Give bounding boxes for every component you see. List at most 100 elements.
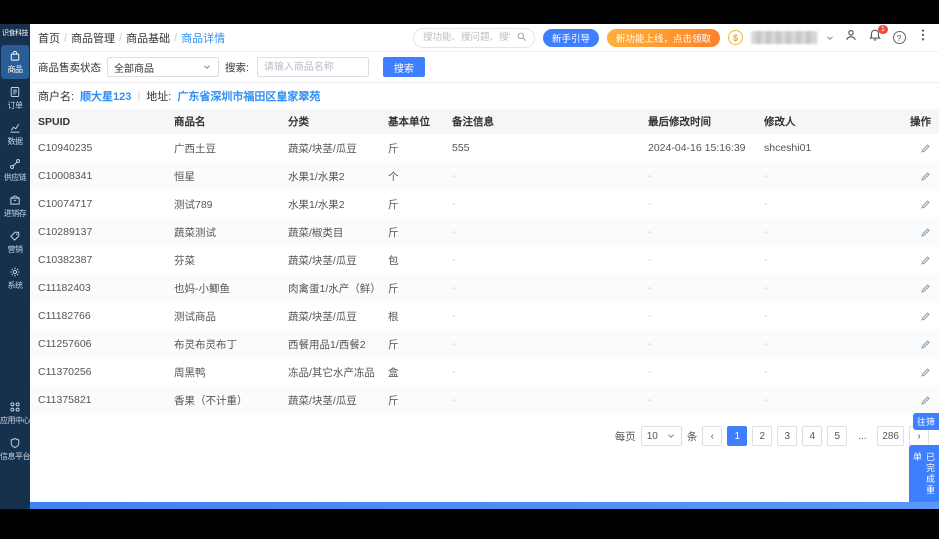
edit-button[interactable] — [920, 395, 931, 406]
sidebar-item-supply[interactable]: 供应链 — [1, 153, 29, 187]
table-cell: 蔬菜/块茎/瓜豆 — [288, 394, 357, 407]
table-row: C11375821 香果（不计重） 蔬菜/块茎/瓜豆 斤 - - - — [30, 386, 939, 414]
table-row: C10074717 测试789 水果1/水果2 斤 - - - — [30, 190, 939, 218]
sidebar-item-label: 数据 — [7, 136, 24, 146]
status-filter-select[interactable]: 全部商品 — [107, 57, 219, 77]
float-tag-filter[interactable]: 往筛 — [912, 413, 939, 430]
sidebar-item-label: 订单 — [7, 100, 24, 110]
page-button[interactable]: 1 — [727, 426, 748, 446]
guide-button[interactable]: 新手引导 — [542, 28, 599, 47]
product-name-input[interactable] — [256, 57, 369, 77]
sidebar-item-marketing[interactable]: 营销 — [1, 225, 29, 259]
table-cell: 广西土豆 — [174, 142, 216, 155]
edit-button[interactable] — [920, 283, 931, 294]
column-header: 最后修改时间 — [648, 116, 711, 128]
sidebar-item-orders[interactable]: 订单 — [1, 81, 29, 115]
table-cell: - — [452, 198, 456, 210]
table-body: C10940235 广西土豆 蔬菜/块茎/瓜豆斤 555 2024-04-16 15:1… — [30, 134, 939, 414]
edit-icon — [920, 311, 931, 322]
table-cell: C10008341 — [38, 170, 93, 182]
table-cell: C11182766 — [38, 310, 91, 322]
page-button[interactable]: 286 — [877, 426, 904, 446]
sidebar-menu: 商品订单数据供应链 进销存 营销系统 — [0, 44, 30, 296]
table-cell: 个 — [388, 170, 399, 183]
merchant-name-link[interactable]: 顺大星123 — [80, 88, 131, 104]
column-header: 修改人 — [764, 116, 796, 128]
edit-button[interactable] — [920, 171, 931, 182]
edit-icon — [920, 143, 931, 154]
sidebar: 识食科技 商品 订单 数据 供应链 进销存 营销 系统 应用中心 信息平台 — [0, 24, 31, 509]
table-cell: - — [648, 338, 652, 350]
sidebar-item-label: 系统 — [7, 280, 24, 290]
edit-button[interactable] — [920, 143, 931, 154]
table-cell: 斤 — [388, 338, 399, 351]
status-filter-label: 商品售卖状态 — [38, 61, 101, 74]
more-menu-button[interactable] — [915, 28, 931, 47]
sidebar-item-data[interactable]: 数据 — [1, 117, 29, 151]
table-cell: - — [648, 394, 652, 406]
page-size-select[interactable]: 10 — [640, 426, 682, 446]
sidebar-item-goods[interactable]: 商品 — [1, 44, 29, 79]
table-cell: - — [648, 170, 652, 182]
table-cell: - — [764, 282, 768, 294]
page-button[interactable]: 3 — [777, 426, 798, 446]
topbar: 首页/商品管理/商品基础/商品详情 新手引导 新功能上线，点击领取 $ — [30, 24, 939, 52]
sidebar-item-inventory[interactable]: 进销存 — [1, 189, 29, 223]
coin-icon[interactable]: $ — [728, 30, 743, 45]
merchant-address-label: 地址: — [146, 91, 172, 103]
table-cell: 斤 — [388, 226, 399, 239]
sidebar-item-system[interactable]: 系统 — [1, 261, 29, 295]
sidebar-item-apps[interactable]: 应用中心 — [0, 396, 31, 430]
chevron-down-icon[interactable] — [825, 33, 835, 43]
table-row: C10940235 广西土豆 蔬菜/块茎/瓜豆 斤 555 2024-04-16 15:1… — [30, 134, 939, 162]
table-cell: C10940235 — [38, 142, 93, 154]
sidebar-item-label: 信息平台 — [0, 452, 31, 461]
table-cell: - — [764, 198, 768, 210]
table-cell: - — [648, 198, 652, 210]
per-page-prefix: 每页 — [614, 430, 636, 443]
table-cell: 蔬菜/块茎/瓜豆 — [288, 142, 357, 155]
notification-button[interactable]: 1 — [867, 24, 888, 46]
table-cell: - — [452, 282, 456, 294]
column-header: 备注信息 — [452, 116, 494, 128]
page-button[interactable]: 4 — [802, 426, 823, 446]
breadcrumb-item[interactable]: 首页 — [38, 30, 60, 46]
column-header: 商品名 — [174, 116, 206, 128]
edit-button[interactable] — [920, 367, 931, 378]
global-search[interactable] — [412, 27, 535, 48]
table-cell: 根 — [388, 310, 399, 323]
page-size-value: 10 — [646, 430, 658, 442]
platform-icon — [9, 437, 21, 449]
customer-service-button[interactable] — [843, 30, 859, 46]
edit-button[interactable] — [920, 311, 931, 322]
pager: ‹ 1 2 3 4 5... 286 › — [702, 426, 929, 446]
table-cell: shceshi01 — [764, 142, 812, 154]
column-header: 操作 — [910, 116, 931, 128]
question-icon: ? — [892, 31, 906, 44]
page-button[interactable]: 5 — [827, 426, 848, 446]
per-page-suffix: 条 — [686, 430, 698, 443]
table-cell: 斤 — [388, 198, 399, 211]
breadcrumb-item[interactable]: 商品基础 — [126, 30, 170, 46]
edit-button[interactable] — [920, 227, 931, 238]
promo-button[interactable]: 新功能上线，点击领取 — [606, 28, 720, 47]
edit-button[interactable] — [920, 199, 931, 210]
kebab-icon — [916, 28, 930, 47]
sidebar-item-platform[interactable]: 信息平台 — [0, 432, 31, 466]
search-button[interactable]: 搜索 — [382, 57, 425, 77]
float-tag-completed-orders[interactable]: 已完成重单 — [909, 445, 939, 509]
edit-icon — [920, 367, 931, 378]
help-button[interactable]: ? — [891, 30, 907, 46]
breadcrumb: 首页 / 商品管理 / 商品基础 / 商品详情 — [38, 30, 225, 46]
global-search-input[interactable] — [420, 31, 512, 44]
page-button[interactable]: 2 — [752, 426, 773, 446]
merchant-address-link[interactable]: 广东省深圳市福田区皇家翠苑 — [177, 88, 320, 104]
account-name-blurred[interactable] — [751, 31, 817, 44]
app-window: 识食科技 商品 订单 数据 供应链 进销存 营销 系统 应用中心 信息平台 首页 / 商品管理 / 商… — [0, 24, 939, 509]
prev-page-button[interactable]: ‹ — [702, 426, 723, 446]
breadcrumb-item[interactable]: 商品详情 — [181, 30, 225, 46]
edit-button[interactable] — [920, 255, 931, 266]
edit-button[interactable] — [920, 339, 931, 350]
sidebar-item-label: 商品 — [7, 64, 24, 74]
breadcrumb-item[interactable]: 商品管理 — [71, 30, 115, 46]
